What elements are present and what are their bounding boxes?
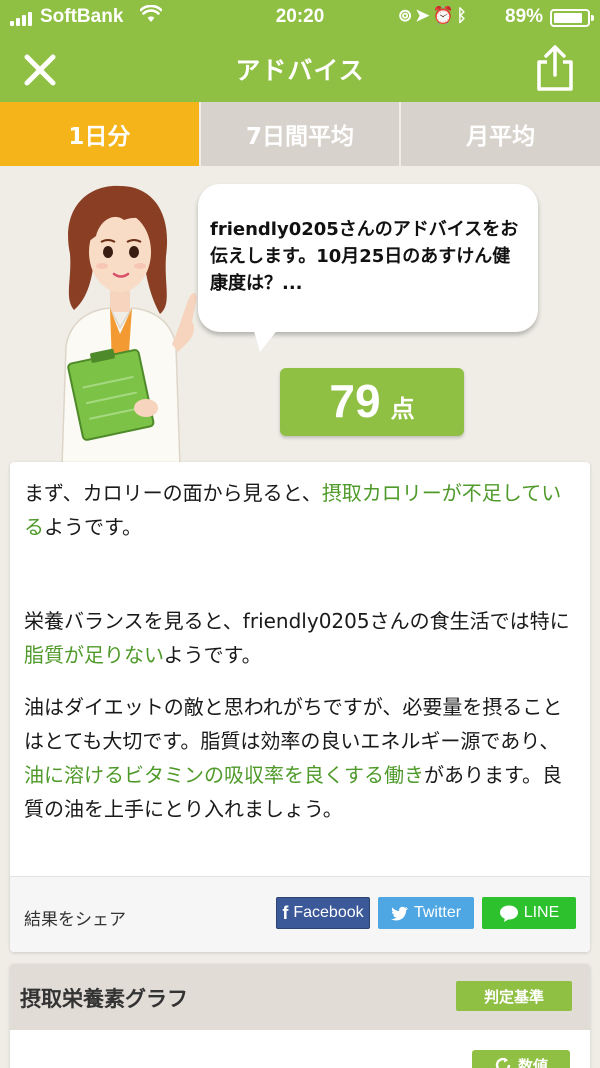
tab-one-day[interactable]: 1日分 (0, 102, 199, 166)
value-button-label: 数値 (517, 1056, 548, 1068)
battery-percent: 89% (505, 6, 544, 27)
facebook-label: Facebook (293, 904, 364, 921)
orientation-lock-icon: ⊚ (398, 6, 416, 25)
graph-title: 摂取栄養素グラフ (20, 987, 188, 1011)
speech-bubble-tail (252, 324, 282, 352)
twitter-label: Twitter (413, 904, 462, 921)
twitter-bird-icon (390, 906, 408, 921)
facebook-share-button[interactable]: f Facebook (276, 897, 370, 929)
location-icon: ➤ (415, 6, 433, 25)
share-button[interactable] (530, 42, 580, 94)
period-tabs: 1日分 7日間平均 月平均 (0, 102, 600, 166)
advice-text: まず、カロリーの面から見ると、摂取カロリーが不足しているようです。 栄養バランス… (24, 476, 572, 826)
nutrient-graph-card: 摂取栄養素グラフ 判定基準 数値 (10, 964, 590, 1068)
advice-paragraph-balance: 栄養バランスを見ると、friendly0205さんの食生活では特に脂質が足りない… (24, 609, 570, 667)
highlight-vitamin-absorption: 油に溶けるビタミンの吸収率を良くする働き (24, 763, 424, 787)
battery-icon (550, 9, 594, 27)
battery-fill (554, 13, 582, 23)
nav-bar: アドバイス (0, 36, 600, 102)
graph-header: 摂取栄養素グラフ 判定基準 (10, 964, 590, 1030)
status-bar: SoftBank 20:20 ⊚➤⏰ᛒ 89% (0, 0, 600, 36)
advisor-illustration (61, 185, 197, 466)
refresh-icon (495, 1057, 511, 1068)
line-share-button[interactable]: LINE (482, 897, 576, 929)
twitter-share-button[interactable]: Twitter (378, 897, 474, 929)
bluetooth-icon: ᛒ (456, 6, 470, 25)
criteria-button[interactable]: 判定基準 (456, 981, 572, 1011)
advice-paragraph-oil: 油はダイエットの敵と思われがちですが、必要量を摂ることはとても大切です。脂質は効… (24, 695, 563, 821)
line-label: LINE (523, 904, 560, 921)
speech-bubble: friendly0205さんのアドバイスをお伝えします。10月25日のあすけん健… (198, 184, 538, 332)
score-unit: 点 (390, 395, 415, 423)
score-value: 79 (329, 375, 381, 427)
tab-monthly-average[interactable]: 月平均 (399, 102, 600, 166)
advice-paragraph-calories: まず、カロリーの面から見ると、摂取カロリーが不足しているようです。 (24, 481, 562, 539)
alarm-icon: ⏰ (432, 6, 457, 25)
page-title: アドバイス (235, 56, 365, 85)
health-score-badge: 79 点 (280, 368, 464, 436)
line-chat-icon (499, 905, 518, 922)
share-row: 結果をシェア f Facebook Twitter LINE (10, 876, 590, 952)
status-icons: ⊚➤⏰ᛒ (398, 6, 470, 26)
share-label: 結果をシェア (24, 910, 126, 930)
highlight-fat-shortage: 脂質が足りない (24, 643, 164, 667)
share-icon (537, 45, 573, 91)
tab-seven-day-average[interactable]: 7日間平均 (198, 102, 400, 166)
advice-card: まず、カロリーの面から見ると、摂取カロリーが不足しているようです。 栄養バランス… (10, 462, 590, 952)
facebook-icon: f (282, 902, 289, 923)
value-toggle-button[interactable]: 数値 (472, 1050, 570, 1068)
